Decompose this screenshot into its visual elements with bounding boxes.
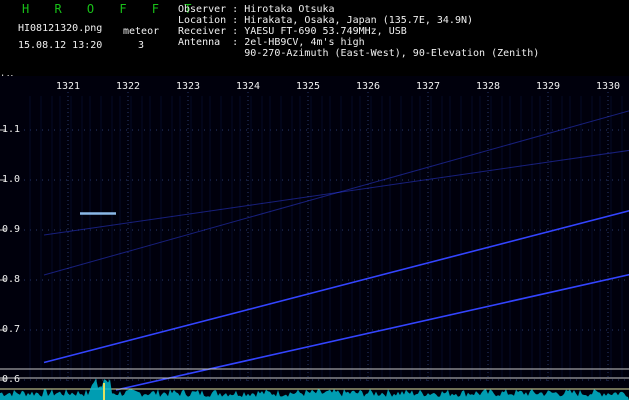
x-tick-label: 1328 [475,81,501,92]
spectrogram [0,76,629,400]
x-tick-label: 1323 [175,81,201,92]
plot-background [0,76,629,400]
x-tick-label: 1321 [55,81,81,92]
x-tick-label: 1322 [115,81,141,92]
x-tick-label: 1324 [235,81,261,92]
y-tick-label: 0.9 [2,224,21,235]
y-tick-label: 0.6 [2,374,21,385]
x-tick-label: 1325 [295,81,321,92]
x-tick-label: 1329 [535,81,561,92]
y-tick-label: 0.7 [2,324,21,335]
x-tick-label: 1326 [355,81,381,92]
y-tick-label: 0.8 [2,274,21,285]
x-tick-label: 1327 [415,81,441,92]
y-tick-label: 1.0 [2,174,21,185]
y-tick-label: 1.1 [2,124,21,135]
x-tick-label: 1330 [595,81,621,92]
